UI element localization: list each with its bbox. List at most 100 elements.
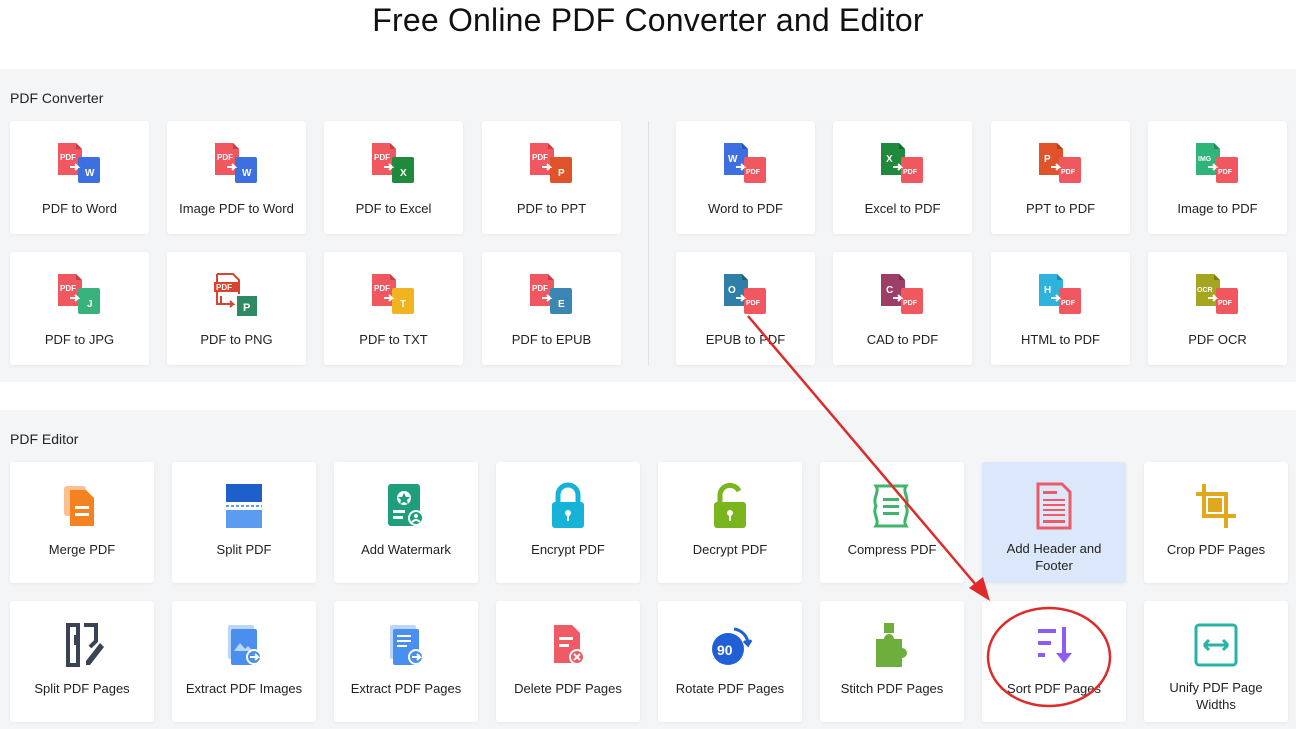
split-pages-icon	[66, 623, 104, 667]
svg-text:PDF: PDF	[1061, 300, 1076, 307]
compress-icon	[873, 484, 909, 528]
tool-rotate-pdf-pages[interactable]: 90 Rotate PDF Pages	[658, 601, 802, 722]
svg-text:E: E	[558, 299, 565, 310]
tool-pdf-to-ppt[interactable]: PDF P PDF to PPT	[482, 121, 621, 234]
svg-text:C: C	[886, 285, 893, 296]
image-pdf-to-word-icon: PDF W	[214, 143, 257, 183]
pdf-to-png-icon: PDF P	[213, 273, 257, 316]
tool-label: PDF to PPT	[516, 201, 587, 216]
pdf-to-epub-icon: PDF E	[529, 274, 572, 314]
tool-label: Unify PDF Page Widths	[1169, 680, 1263, 712]
pdf-converter-section: PDF Converter PDF W PDF to Word PDF W Im…	[0, 69, 1296, 382]
svg-text:W: W	[85, 168, 95, 179]
tool-html-to-pdf[interactable]: H PDF HTML to PDF	[991, 252, 1130, 365]
sort-icon	[1038, 627, 1072, 663]
tool-label: Extract PDF Pages	[350, 681, 462, 696]
extract-images-icon	[228, 625, 262, 665]
tool-label: PPT to PDF	[1025, 201, 1096, 216]
svg-text:J: J	[87, 299, 93, 310]
svg-text:W: W	[728, 154, 738, 165]
tool-label: PDF to EPUB	[511, 332, 592, 347]
tool-label: Rotate PDF Pages	[675, 681, 785, 696]
section-title-converter: PDF Converter	[10, 90, 104, 106]
section-divider	[648, 121, 649, 365]
tool-label: Excel to PDF	[864, 201, 941, 216]
unlock-icon	[714, 482, 746, 528]
tool-label: Stitch PDF Pages	[840, 681, 944, 696]
tool-label: PDF to PNG	[200, 332, 273, 347]
tool-label: PDF to JPG	[44, 332, 115, 347]
header-footer-icon	[1036, 482, 1072, 530]
tool-label: Extract PDF Images	[185, 681, 303, 696]
tool-epub-to-pdf[interactable]: O PDF EPUB to PDF	[676, 252, 815, 365]
svg-text:OCR: OCR	[1197, 287, 1213, 294]
tool-label: EPUB to PDF	[705, 332, 786, 347]
pdf-to-word-icon: PDF W	[57, 143, 100, 183]
extract-pages-icon	[390, 625, 424, 665]
svg-text:P: P	[1044, 154, 1051, 165]
tool-label: Compress PDF	[847, 542, 937, 557]
svg-text:P: P	[558, 168, 565, 179]
svg-text:X: X	[886, 154, 893, 165]
svg-text:PDF: PDF	[374, 153, 390, 162]
tool-label: Split PDF	[216, 542, 272, 557]
html-to-pdf-icon: H PDF	[1038, 274, 1081, 314]
tool-extract-pdf-pages[interactable]: Extract PDF Pages	[334, 601, 478, 722]
tool-split-pdf[interactable]: Split PDF	[172, 462, 316, 583]
tool-split-pdf-pages[interactable]: Split PDF Pages	[10, 601, 154, 722]
tool-label: Split PDF Pages	[34, 681, 130, 696]
pdf-to-ppt-icon: PDF P	[529, 143, 572, 183]
tool-crop-pdf-pages[interactable]: Crop PDF Pages	[1144, 462, 1288, 583]
tool-extract-pdf-images[interactable]: Extract PDF Images	[172, 601, 316, 722]
puzzle-icon	[876, 623, 907, 667]
tool-ppt-to-pdf[interactable]: P PDF PPT to PDF	[991, 121, 1130, 234]
unify-width-icon	[1194, 623, 1238, 667]
ppt-to-pdf-icon: P PDF	[1038, 143, 1081, 183]
svg-text:90: 90	[717, 642, 733, 658]
tool-stitch-pdf-pages[interactable]: Stitch PDF Pages	[820, 601, 964, 722]
tool-delete-pdf-pages[interactable]: Delete PDF Pages	[496, 601, 640, 722]
tool-add-watermark[interactable]: Add Watermark	[334, 462, 478, 583]
svg-text:T: T	[400, 299, 406, 310]
svg-text:PDF: PDF	[532, 284, 548, 293]
svg-text:IMG: IMG	[1198, 156, 1212, 163]
tool-pdf-to-png[interactable]: PDF P PDF to PNG	[167, 252, 306, 365]
tool-pdf-ocr[interactable]: OCR PDF PDF OCR	[1148, 252, 1287, 365]
tool-excel-to-pdf[interactable]: X PDF Excel to PDF	[833, 121, 972, 234]
pdf-to-txt-icon: PDF T	[371, 274, 414, 314]
tool-label: Add Watermark	[361, 542, 451, 557]
tool-image-to-pdf[interactable]: IMG PDF Image to PDF	[1148, 121, 1287, 234]
svg-text:PDF: PDF	[903, 300, 918, 307]
pdf-to-jpg-icon: PDF J	[57, 274, 100, 314]
tool-merge-pdf[interactable]: Merge PDF	[10, 462, 154, 583]
page-title: Free Online PDF Converter and Editor	[372, 2, 924, 38]
tool-add-header-footer[interactable]: Add Header and Footer	[982, 462, 1126, 583]
svg-text:PDF: PDF	[1218, 300, 1233, 307]
tool-label: Add Header and Footer	[1006, 541, 1102, 573]
pdf-to-excel-icon: PDF X	[371, 143, 414, 183]
tool-decrypt-pdf[interactable]: Decrypt PDF	[658, 462, 802, 583]
tool-pdf-to-word[interactable]: PDF W PDF to Word	[10, 121, 149, 234]
tool-pdf-to-jpg[interactable]: PDF J PDF to JPG	[10, 252, 149, 365]
tool-compress-pdf[interactable]: Compress PDF	[820, 462, 964, 583]
tool-pdf-to-excel[interactable]: PDF X PDF to Excel	[324, 121, 463, 234]
tool-label: Image to PDF	[1177, 201, 1258, 216]
tool-cad-to-pdf[interactable]: C PDF CAD to PDF	[833, 252, 972, 365]
tool-label: Crop PDF Pages	[1166, 542, 1266, 557]
tool-pdf-to-txt[interactable]: PDF T PDF to TXT	[324, 252, 463, 365]
tool-encrypt-pdf[interactable]: Encrypt PDF	[496, 462, 640, 583]
tool-image-pdf-to-word[interactable]: PDF W Image PDF to Word	[167, 121, 306, 234]
svg-text:PDF: PDF	[1218, 169, 1233, 176]
tool-unify-pdf-page-widths[interactable]: Unify PDF Page Widths	[1144, 601, 1288, 722]
svg-text:PDF: PDF	[217, 153, 233, 162]
tool-word-to-pdf[interactable]: W PDF Word to PDF	[676, 121, 815, 234]
tool-label: Merge PDF	[48, 542, 116, 557]
excel-to-pdf-icon: X PDF	[880, 143, 923, 183]
svg-text:X: X	[400, 168, 407, 179]
tool-pdf-to-epub[interactable]: PDF E PDF to EPUB	[482, 252, 621, 365]
svg-text:PDF: PDF	[746, 169, 761, 176]
tool-label: Decrypt PDF	[692, 542, 768, 557]
tool-label: PDF OCR	[1188, 332, 1247, 347]
tool-sort-pdf-pages[interactable]: Sort PDF Pages	[982, 601, 1126, 722]
tool-label: PDF to Excel	[355, 201, 432, 216]
